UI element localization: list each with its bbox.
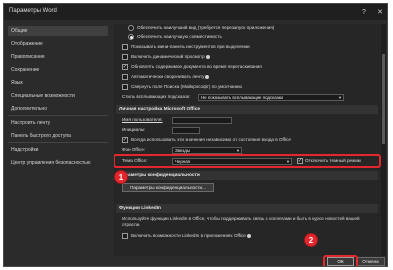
chevron-down-icon: ▼ [338, 95, 342, 100]
collapse-search-checkbox[interactable] [122, 84, 128, 90]
collapse-ribbon-checkbox[interactable] [122, 74, 128, 80]
personal-section-header: Личная настройка Microsoft Office [116, 105, 378, 114]
highlight-ok [323, 255, 358, 266]
initials-label: Инициалы: [122, 127, 146, 132]
info-icon [205, 74, 210, 79]
collapse-search-label: Свернуть поле Поиска (Майкрософт) по умо… [131, 84, 242, 89]
sidebar-item-language[interactable]: Язык [8, 78, 108, 88]
username-label: Имя пользователя: [122, 117, 163, 122]
annotation-badge-1: 1 [114, 170, 128, 184]
live-preview-checkbox[interactable] [122, 54, 128, 60]
annotation-badge-2: 2 [304, 233, 318, 247]
info-icon [205, 54, 210, 59]
sidebar-item-general[interactable]: Общие [8, 26, 108, 36]
word-options-dialog: Параметры Word ? ✕ Общие Отображение Пра… [3, 3, 388, 267]
sidebar-divider [8, 115, 108, 116]
always-use-label: Всегда использовать эти значения независ… [131, 137, 291, 142]
cancel-button[interactable]: Отмена [356, 257, 385, 266]
sidebar-item-save[interactable]: Сохранение [8, 65, 108, 75]
sidebar-item-customize-ribbon[interactable]: Настроить ленту [8, 118, 108, 128]
update-drag-checkbox[interactable]: ✓ [122, 64, 128, 70]
tooltip-style-select[interactable]: Не показывать всплывающие подсказки ▼ [198, 94, 344, 101]
sidebar-item-trust-center[interactable]: Центр управления безопасностью [8, 158, 108, 168]
background-select[interactable]: Звезды ▼ [172, 147, 242, 154]
sidebar-divider [8, 142, 108, 143]
highlight-theme-row [114, 154, 381, 168]
sidebar-item-proofing[interactable]: Правописание [8, 52, 108, 62]
username-field[interactable] [172, 117, 232, 124]
sidebar: Общие Отображение Правописание Сохранени… [4, 24, 110, 256]
sidebar-item-advanced[interactable]: Дополнительно [8, 104, 108, 114]
linkedin-description: Используйте функции LinkedIn в Office, ч… [122, 216, 360, 227]
mini-toolbar-checkbox[interactable] [122, 44, 128, 50]
privacy-settings-button[interactable]: Параметры конфиденциальности... [122, 183, 214, 192]
best-appearance-label: Обеспечить наилучший вид (требуется пере… [137, 25, 275, 30]
options-panel: Обеспечить наилучший вид (требуется пере… [114, 24, 386, 256]
help-button[interactable]: ? [358, 6, 370, 18]
sidebar-item-quick-access[interactable]: Панель быстрого доступа [8, 131, 108, 141]
linkedin-label: Включить возможности LinkedIn в приложен… [131, 232, 251, 240]
mini-toolbar-label: Показывать мини-панель инструментов при … [131, 44, 250, 49]
background-label: Фон Office: [122, 147, 146, 152]
best-compat-label: Обеспечить наилучшую совместимость [137, 34, 222, 39]
update-drag-label: Обновлять содержимое документа во время … [131, 64, 262, 69]
title-bar: Параметры Word ? ✕ [4, 4, 387, 20]
privacy-section-header: Параметры конфиденциальности [116, 171, 378, 180]
dialog-footer: ОК Отмена [4, 255, 387, 266]
window-title: Параметры Word [9, 8, 57, 14]
sidebar-item-addins[interactable]: Надстройки [8, 145, 108, 155]
linkedin-section-header: Функции LinkedIn [116, 204, 378, 213]
initials-field[interactable] [172, 127, 200, 134]
linkedin-checkbox[interactable] [122, 233, 128, 239]
sidebar-item-accessibility[interactable]: Специальные возможности [8, 91, 108, 101]
scrollbar-thumb[interactable] [382, 54, 385, 144]
scrollbar[interactable] [381, 24, 386, 256]
chevron-down-icon: ▼ [236, 148, 240, 153]
best-appearance-radio[interactable] [128, 25, 134, 31]
info-icon [246, 233, 251, 238]
close-button[interactable]: ✕ [374, 6, 386, 18]
live-preview-label: Включить динамический просмотр [131, 53, 210, 61]
tooltip-style-label: Стиль всплывающих подсказок: [122, 94, 191, 99]
sidebar-item-display[interactable]: Отображение [8, 39, 108, 49]
collapse-ribbon-label: Автоматически сворачивать ленту [131, 73, 210, 81]
always-use-checkbox[interactable]: ✓ [122, 137, 128, 143]
best-compat-radio[interactable] [128, 34, 134, 40]
